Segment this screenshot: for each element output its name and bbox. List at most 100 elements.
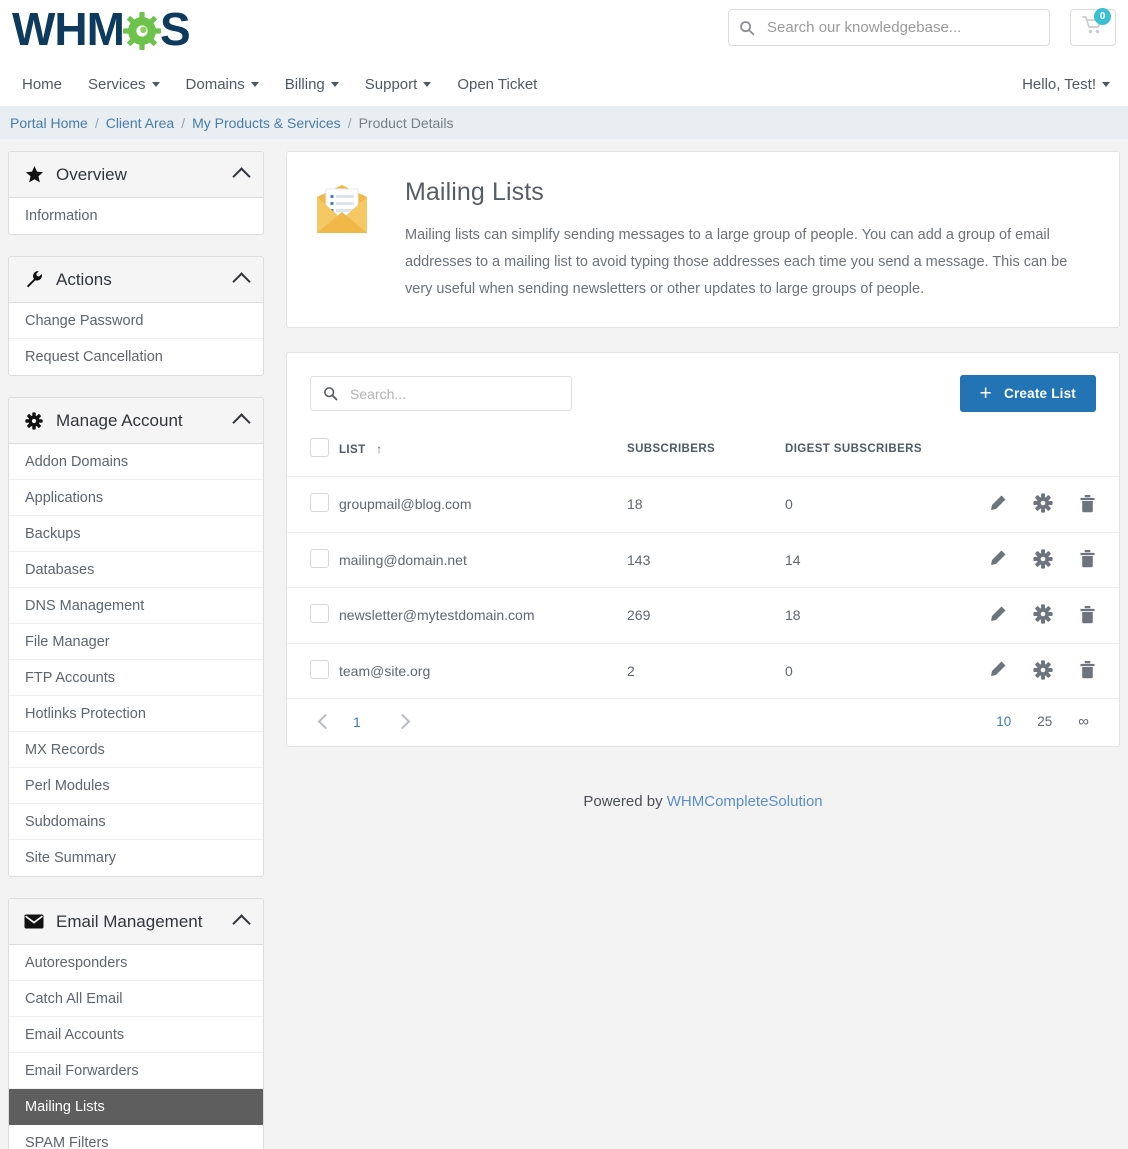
search-input[interactable] [765, 18, 1039, 37]
sidebar-item-hotlinks-protection[interactable]: Hotlinks Protection [9, 696, 263, 732]
gear-icon[interactable] [1033, 659, 1053, 680]
chevron-up-icon[interactable] [232, 272, 251, 291]
knowledgebase-search[interactable] [728, 9, 1050, 46]
row-select-cell [287, 587, 339, 644]
trash-icon[interactable] [1079, 549, 1096, 568]
page-size-25[interactable]: 25 [1037, 714, 1052, 729]
trash-icon[interactable] [1079, 494, 1096, 513]
chevron-up-icon[interactable] [232, 413, 251, 432]
row-checkbox[interactable] [310, 659, 329, 679]
nav-item-support[interactable]: Support [365, 76, 432, 93]
cell-digest-subscribers: 0 [785, 476, 985, 533]
sidebar-item-email-forwarders[interactable]: Email Forwarders [9, 1053, 263, 1089]
sidebar: Overview Information Actions Change Pass… [8, 151, 264, 1149]
previous-page-button[interactable] [317, 713, 334, 730]
nav-item-open-ticket[interactable]: Open Ticket [457, 76, 537, 93]
sidebar-item-label: Addon Domains [25, 453, 129, 470]
page-body: Overview Information Actions Change Pass… [0, 139, 1128, 1149]
cell-list: newsletter@mytestdomain.com [339, 587, 627, 644]
nav-item-home[interactable]: Home [22, 76, 62, 93]
breadcrumb-item-client-area[interactable]: Client Area [106, 115, 174, 131]
sidebar-item-autoresponders[interactable]: Autoresponders [9, 945, 263, 981]
table-search[interactable] [310, 376, 572, 411]
chevron-down-icon [250, 81, 259, 87]
sidebar-item-file-manager[interactable]: File Manager [9, 624, 263, 660]
sidebar-item-label: Request Cancellation [25, 349, 163, 365]
chevron-up-icon[interactable] [232, 914, 251, 933]
row-checkbox[interactable] [310, 548, 329, 568]
table-search-input[interactable] [348, 384, 559, 403]
next-page-button[interactable] [394, 713, 411, 730]
create-list-button[interactable]: + Create List [959, 375, 1096, 412]
page-number-1[interactable]: 1 [347, 714, 367, 730]
account-menu[interactable]: Hello, Test! [1022, 76, 1110, 93]
column-header-digest-subscribers[interactable]: DIGEST SUBSCRIBERS [785, 430, 985, 477]
sidebar-item-catch-all-email[interactable]: Catch All Email [9, 981, 263, 1017]
gear-icon [23, 411, 45, 430]
row-checkbox[interactable] [310, 493, 329, 513]
sidebar-item-label: Change Password [25, 312, 144, 329]
gear-icon[interactable] [1033, 493, 1053, 513]
sidebar-item-subdomains[interactable]: Subdomains [9, 804, 263, 840]
panel-header-manage-account[interactable]: Manage Account [9, 398, 263, 444]
whmcs-logo[interactable]: WHM S [12, 3, 191, 55]
nav-item-billing[interactable]: Billing [285, 76, 339, 93]
chevron-down-icon [330, 81, 339, 87]
sidebar-item-mailing-lists[interactable]: Mailing Lists [9, 1089, 263, 1125]
sidebar-item-perl-modules[interactable]: Perl Modules [9, 768, 263, 804]
trash-icon[interactable] [1079, 605, 1096, 624]
pencil-icon[interactable] [988, 660, 1007, 679]
panel-header-actions[interactable]: Actions [9, 257, 263, 303]
chevron-up-icon[interactable] [232, 167, 251, 186]
column-header-subscribers[interactable]: SUBSCRIBERS [627, 430, 785, 477]
logo-text-s: S [159, 3, 191, 55]
sidebar-item-label: Databases [25, 561, 95, 578]
logo-text-whm: WHM [12, 3, 125, 55]
select-all-checkbox[interactable] [310, 438, 329, 457]
sidebar-item-databases[interactable]: Databases [9, 552, 263, 588]
cart-button[interactable]: 0 [1070, 8, 1116, 46]
page-size-10[interactable]: 10 [996, 714, 1011, 729]
panel-header-email-management[interactable]: Email Management [9, 899, 263, 945]
sidebar-item-label: Hotlinks Protection [25, 705, 146, 722]
pencil-icon[interactable] [988, 494, 1007, 513]
column-header-list[interactable]: LIST ↑ [339, 430, 627, 477]
sidebar-item-addon-domains[interactable]: Addon Domains [9, 444, 263, 480]
sidebar-item-ftp-accounts[interactable]: FTP Accounts [9, 660, 263, 696]
site-header: WHM S Search our knowledgebase... 0 [0, 0, 1128, 62]
sidebar-item-email-accounts[interactable]: Email Accounts [9, 1017, 263, 1053]
nav-item-services[interactable]: Services [88, 76, 160, 93]
sidebar-item-request-cancellation[interactable]: Request Cancellation [9, 339, 263, 375]
wrench-icon [23, 270, 45, 289]
pencil-icon[interactable] [988, 605, 1007, 624]
sidebar-item-dns-management[interactable]: DNS Management [9, 588, 263, 624]
sidebar-item-applications[interactable]: Applications [9, 480, 263, 516]
sidebar-item-mx-records[interactable]: MX Records [9, 732, 263, 768]
sidebar-item-site-summary[interactable]: Site Summary [9, 840, 263, 876]
sidebar-item-spam-filters[interactable]: SPAM Filters [9, 1125, 263, 1149]
mailing-lists-card: + Create List LIST ↑ SUB [286, 352, 1120, 747]
sidebar-item-label: Autoresponders [25, 954, 128, 971]
row-checkbox[interactable] [310, 604, 329, 624]
table-header-row: LIST ↑ SUBSCRIBERS DIGEST SUBSCRIBERS [287, 430, 1119, 477]
sidebar-item-information[interactable]: Information [9, 198, 263, 234]
search-icon [739, 20, 755, 36]
table-row: groupmail@blog.com 18 0 [287, 476, 1119, 533]
pencil-icon[interactable] [988, 549, 1007, 568]
cell-actions [985, 476, 1119, 533]
gear-icon[interactable] [1033, 548, 1053, 569]
breadcrumb-item-portal-home[interactable]: Portal Home [10, 115, 88, 131]
sidebar-item-label: Catch All Email [25, 990, 123, 1007]
sidebar-item-change-password[interactable]: Change Password [9, 303, 263, 339]
nav-item-domains[interactable]: Domains [186, 76, 259, 93]
footer-link-whmcs[interactable]: WHMCompleteSolution [667, 793, 823, 810]
nav-label: Services [88, 75, 146, 93]
nav-label: Billing [284, 75, 325, 93]
breadcrumb-item-my-products-services[interactable]: My Products & Services [192, 115, 341, 131]
page-size-all[interactable]: ∞ [1078, 713, 1089, 730]
sidebar-item-backups[interactable]: Backups [9, 516, 263, 552]
gear-icon[interactable] [1033, 604, 1053, 624]
trash-icon[interactable] [1079, 660, 1096, 679]
panel-header-overview[interactable]: Overview [9, 152, 263, 198]
breadcrumb-separator: / [347, 114, 352, 131]
